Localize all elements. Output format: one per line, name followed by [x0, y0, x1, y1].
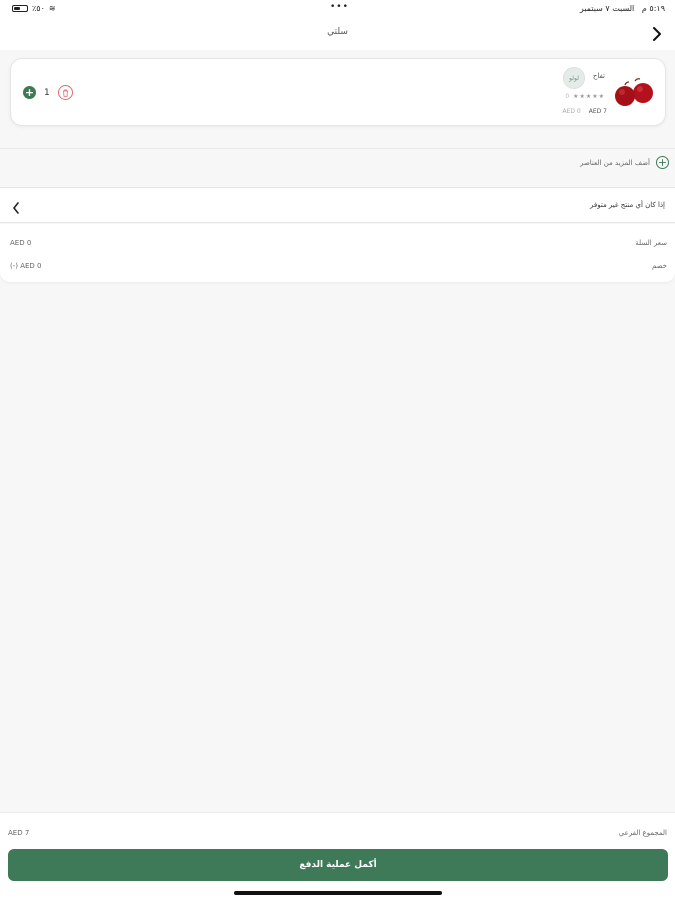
- basket-price-label: سعر السلة: [635, 239, 667, 247]
- discount-row: (-) AED 0 خصم: [10, 262, 667, 270]
- product-name: تفاح: [592, 72, 605, 80]
- subtotal-value: AED 7: [8, 829, 30, 837]
- battery-percent: ٪٥٠: [32, 4, 45, 13]
- status-time: ٥:١٩ م: [641, 4, 665, 13]
- chevron-left-icon: [12, 199, 20, 218]
- quantity-value: 1: [44, 87, 50, 98]
- cart-item-card: تفاح لولو 0 ★★★★★ AED 0 AED 7 + 1: [10, 58, 666, 126]
- apple-icon: [615, 78, 653, 106]
- discount-label: خصم: [651, 262, 667, 270]
- price-summary: AED 0 سعر السلة (-) AED 0 خصم: [0, 224, 675, 282]
- home-indicator: [234, 891, 442, 895]
- basket-price-row: AED 0 سعر السلة: [10, 239, 667, 247]
- nav-bar: سلتي: [0, 18, 675, 50]
- star-icon: ★★★★★: [573, 93, 605, 100]
- unavailable-label: إذا كان أي منتج غير متوفر: [590, 201, 665, 209]
- add-more-label: أضف المزيد من العناصر: [579, 158, 650, 167]
- page-title: سلتي: [327, 27, 348, 37]
- trash-icon: [62, 89, 68, 97]
- delete-item-button[interactable]: [57, 85, 73, 100]
- status-time-date: ٥:١٩ م السبت ٧ سبتمبر: [580, 4, 665, 13]
- subtotal-label: المجموع الفرعي: [618, 829, 667, 837]
- divider: [0, 148, 675, 149]
- status-date: السبت ٧ سبتمبر: [579, 4, 635, 13]
- chevron-right-icon: [653, 27, 661, 41]
- basket-price-value: AED 0: [10, 239, 32, 247]
- multitask-dots[interactable]: •••: [330, 2, 349, 12]
- subtotal-row: AED 7 المجموع الفرعي: [8, 829, 667, 837]
- back-button[interactable]: [647, 23, 667, 45]
- product-image[interactable]: [613, 77, 657, 109]
- product-rating: 0 ★★★★★: [565, 93, 605, 100]
- add-more-items-button[interactable]: + أضف المزيد من العناصر: [580, 156, 669, 169]
- unavailable-item-option[interactable]: إذا كان أي منتج غير متوفر: [0, 187, 675, 223]
- quantity-stepper: + 1: [23, 85, 73, 100]
- rating-count: 0: [565, 93, 571, 100]
- increase-quantity-button[interactable]: +: [23, 86, 36, 99]
- price-row: AED 0 AED 7: [563, 108, 608, 115]
- old-price: AED 0: [562, 108, 581, 115]
- product-price: AED 7: [588, 108, 607, 115]
- checkout-button[interactable]: أكمل عملية الدفع: [8, 849, 668, 881]
- checkout-panel: AED 7 المجموع الفرعي أكمل عملية الدفع: [0, 812, 675, 900]
- discount-value: (-) AED 0: [10, 262, 42, 270]
- vendor-badge: لولو: [563, 67, 585, 89]
- plus-circle-icon: +: [656, 156, 669, 169]
- status-bar: ٪٥٠ ≋ ••• ٥:١٩ م السبت ٧ سبتمبر: [0, 0, 675, 18]
- battery-icon: [12, 5, 28, 12]
- wifi-icon: ≋: [48, 4, 56, 13]
- status-left: ٪٥٠ ≋: [12, 4, 56, 13]
